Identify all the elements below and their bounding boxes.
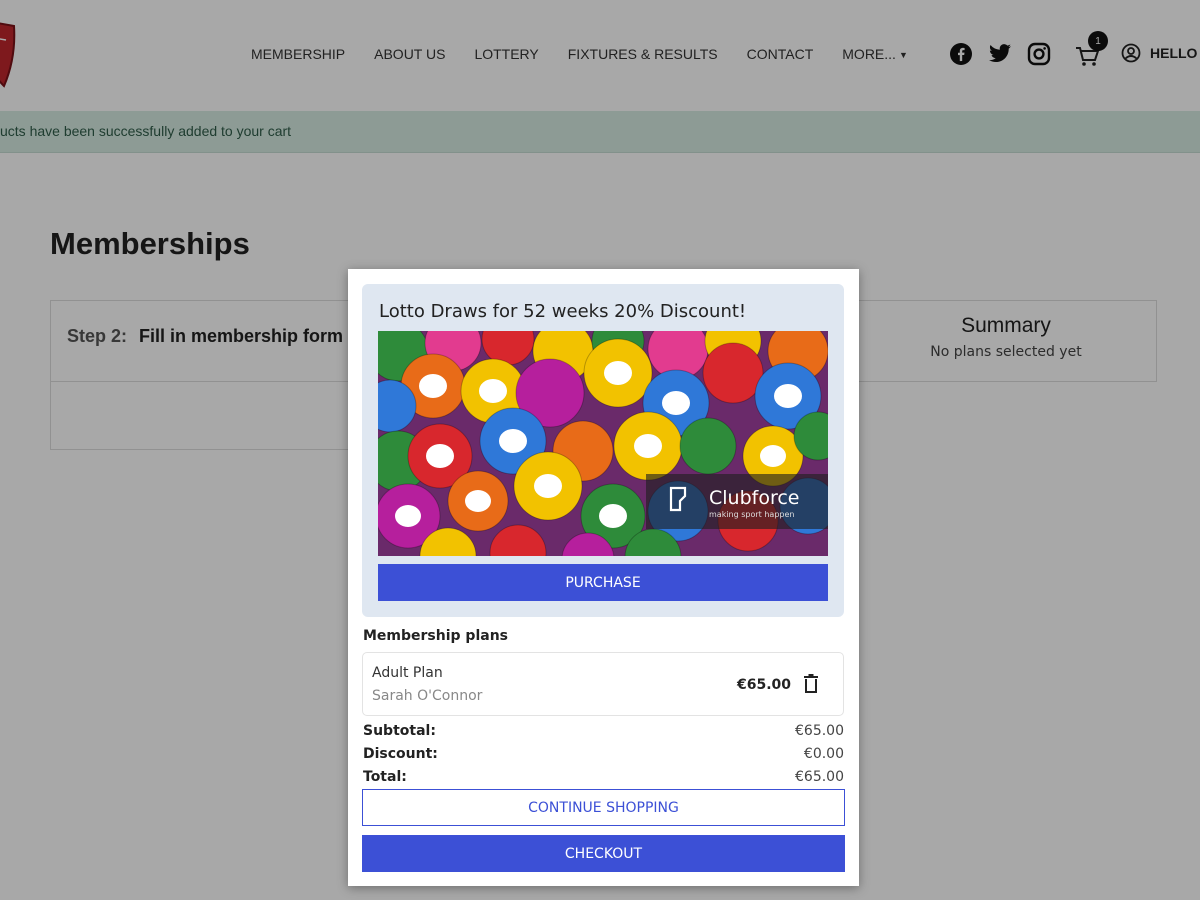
clubforce-tagline: making sport happen bbox=[709, 510, 794, 519]
lotto-balls-image: Clubforce making sport happen bbox=[378, 331, 828, 556]
checkout-button[interactable]: CHECKOUT bbox=[362, 835, 845, 872]
membership-plans-heading: Membership plans bbox=[363, 628, 508, 644]
promo-title: Lotto Draws for 52 weeks 20% Discount! bbox=[379, 301, 747, 322]
plan-line-item: Adult Plan Sarah O'Connor €65.00 bbox=[362, 652, 844, 716]
order-totals: Subtotal: €65.00 Discount: €0.00 Total: … bbox=[363, 723, 844, 792]
discount-label: Discount: bbox=[363, 746, 438, 762]
plan-price: €65.00 bbox=[737, 677, 792, 693]
purchase-button[interactable]: PURCHASE bbox=[378, 564, 828, 601]
continue-shopping-button[interactable]: CONTINUE SHOPPING bbox=[362, 789, 845, 826]
subtotal-value: €65.00 bbox=[795, 723, 844, 739]
cart-modal: Lotto Draws for 52 weeks 20% Discount! C… bbox=[348, 269, 859, 886]
discount-value: €0.00 bbox=[803, 746, 844, 762]
discount-row: Discount: €0.00 bbox=[363, 746, 844, 769]
lotto-promo-card: Lotto Draws for 52 weeks 20% Discount! C… bbox=[362, 284, 844, 617]
trash-icon[interactable] bbox=[803, 673, 819, 695]
clubforce-brand-text: Clubforce bbox=[709, 487, 800, 509]
plan-member-name: Sarah O'Connor bbox=[372, 688, 483, 704]
subtotal-label: Subtotal: bbox=[363, 723, 436, 739]
plan-name: Adult Plan bbox=[372, 665, 443, 681]
subtotal-row: Subtotal: €65.00 bbox=[363, 723, 844, 746]
